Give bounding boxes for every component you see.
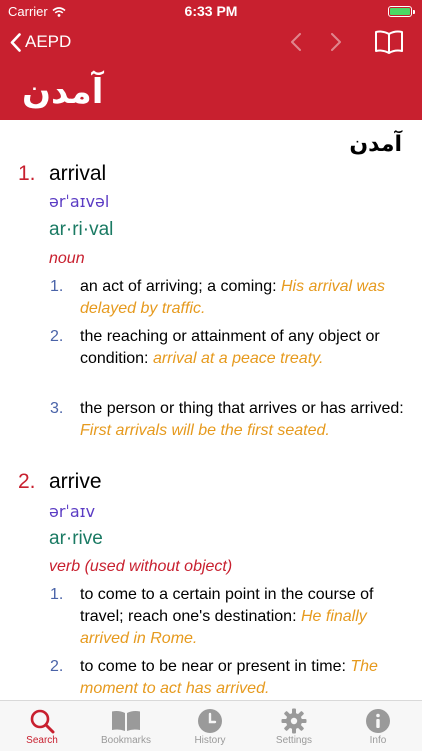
bookmark-book-icon[interactable] (374, 29, 404, 55)
entry-headword: آمدن (349, 132, 402, 157)
tab-bar: Search Bookmarks History Settings Info (0, 700, 422, 751)
sense-number: 1. (50, 586, 64, 603)
book-icon (112, 711, 140, 731)
tab-label: Bookmarks (100, 735, 151, 746)
sense-text: the person or thing that arrives or has … (80, 398, 410, 442)
definition-content[interactable]: آمدن 1. arrival ərˈaɪvəl ar·ri·val noun … (0, 120, 422, 700)
clock-icon (198, 709, 222, 733)
back-label: AEPD (25, 32, 72, 51)
status-time: 6:33 PM (184, 3, 238, 19)
tab-label: History (194, 735, 226, 746)
tab-label: Info (369, 735, 387, 746)
battery-icon (388, 6, 415, 17)
navigation-bar: AEPD (0, 24, 422, 64)
entry-word: arrive (49, 470, 102, 493)
header-bar: Carrier 6:33 PM AEPD آمدن (0, 0, 422, 120)
sense-number: 2. (50, 328, 64, 345)
part-of-speech: verb (used without object) (49, 558, 233, 575)
search-icon (30, 709, 55, 734)
sense-text: an act of arriving; a coming: His arriva… (80, 276, 410, 320)
sense-text: the reaching or attainment of any object… (80, 326, 410, 370)
sense-example: First arrivals will be the first seated. (80, 422, 330, 439)
tab-history[interactable]: History (168, 707, 252, 746)
hero-title: آمدن (22, 72, 104, 112)
sense-text: to come to a certain point in the course… (80, 584, 410, 650)
sense-example: arrival at a peace treaty. (152, 350, 324, 367)
tab-label: Search (26, 735, 58, 746)
chevron-left-icon (10, 32, 21, 52)
sense-number: 3. (50, 400, 64, 417)
syllables: ar·ri·val (49, 219, 114, 240)
gear-icon (281, 708, 307, 734)
sense-number: 2. (50, 658, 64, 675)
previous-entry-button[interactable] (290, 32, 302, 52)
next-entry-button[interactable] (330, 32, 342, 52)
sense-definition: the person or thing that arrives or has … (80, 400, 404, 417)
tab-label: Settings (275, 735, 313, 746)
sense-text: to come to be near or present in time: T… (80, 656, 410, 700)
sense-number: 1. (50, 278, 64, 295)
pronunciation: ərˈaɪv (49, 502, 96, 521)
back-button[interactable]: AEPD (10, 32, 71, 52)
status-bar: Carrier 6:33 PM (0, 0, 422, 22)
sense-definition: an act of arriving; a coming: (80, 278, 281, 295)
part-of-speech: noun (49, 250, 85, 267)
syllables: ar·rive (49, 528, 103, 549)
entry-number: 2. (18, 470, 36, 493)
tab-bookmarks[interactable]: Bookmarks (84, 707, 168, 746)
tab-settings[interactable]: Settings (252, 707, 336, 746)
pronunciation: ərˈaɪvəl (49, 192, 110, 211)
entry-number: 1. (18, 162, 36, 185)
tab-info[interactable]: Info (336, 707, 420, 746)
tab-search[interactable]: Search (0, 707, 84, 746)
info-icon (366, 709, 390, 733)
entry-word: arrival (49, 162, 107, 185)
sense-definition: to come to be near or present in time: (80, 658, 351, 675)
